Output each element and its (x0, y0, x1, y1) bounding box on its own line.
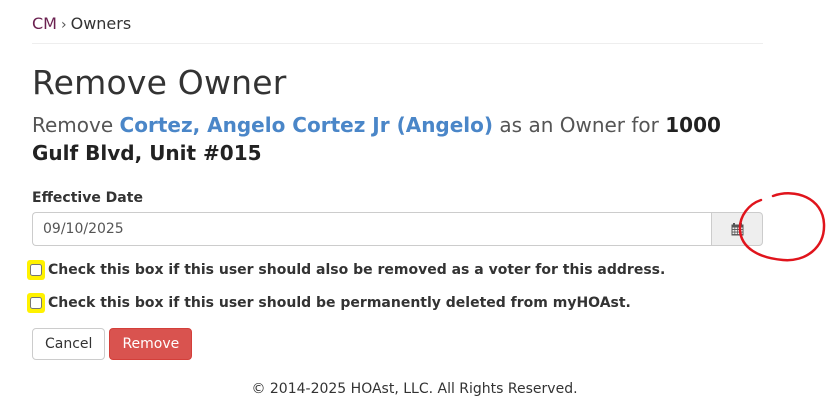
header-divider (32, 43, 763, 44)
checkbox-highlight (27, 293, 45, 313)
breadcrumb-separator: › (60, 17, 67, 33)
voter-checkbox-row: Check this box if this user should also … (27, 260, 665, 280)
subtitle-prefix: Remove (32, 113, 120, 137)
checkbox-highlight (27, 260, 45, 280)
calendar-icon (731, 222, 743, 235)
page-title: Remove Owner (32, 63, 287, 102)
remove-button[interactable]: Remove (109, 328, 193, 360)
delete-user-checkbox[interactable] (30, 297, 42, 309)
page-subtitle: Remove Cortez, Angelo Cortez Jr (Angelo)… (32, 111, 763, 167)
breadcrumb-root-link[interactable]: CM (32, 14, 57, 33)
remove-voter-label[interactable]: Check this box if this user should also … (48, 262, 665, 278)
footer-copyright: © 2014-2025 HOAst, LLC. All Rights Reser… (251, 381, 578, 397)
delete-checkbox-row: Check this box if this user should be pe… (27, 293, 631, 313)
subtitle-middle: as an Owner for (493, 113, 666, 137)
breadcrumb-current: Owners (70, 14, 132, 33)
cancel-button[interactable]: Cancel (32, 328, 106, 360)
delete-user-label[interactable]: Check this box if this user should be pe… (48, 295, 631, 311)
calendar-button[interactable] (711, 212, 763, 246)
breadcrumb: CM › Owners (32, 14, 131, 33)
effective-date-group (32, 212, 763, 246)
effective-date-input[interactable] (32, 212, 711, 246)
owner-name-link[interactable]: Cortez, Angelo Cortez Jr (Angelo) (120, 113, 494, 137)
form-actions: Cancel Remove (32, 328, 193, 360)
effective-date-label: Effective Date (32, 190, 143, 206)
remove-voter-checkbox[interactable] (30, 264, 42, 276)
